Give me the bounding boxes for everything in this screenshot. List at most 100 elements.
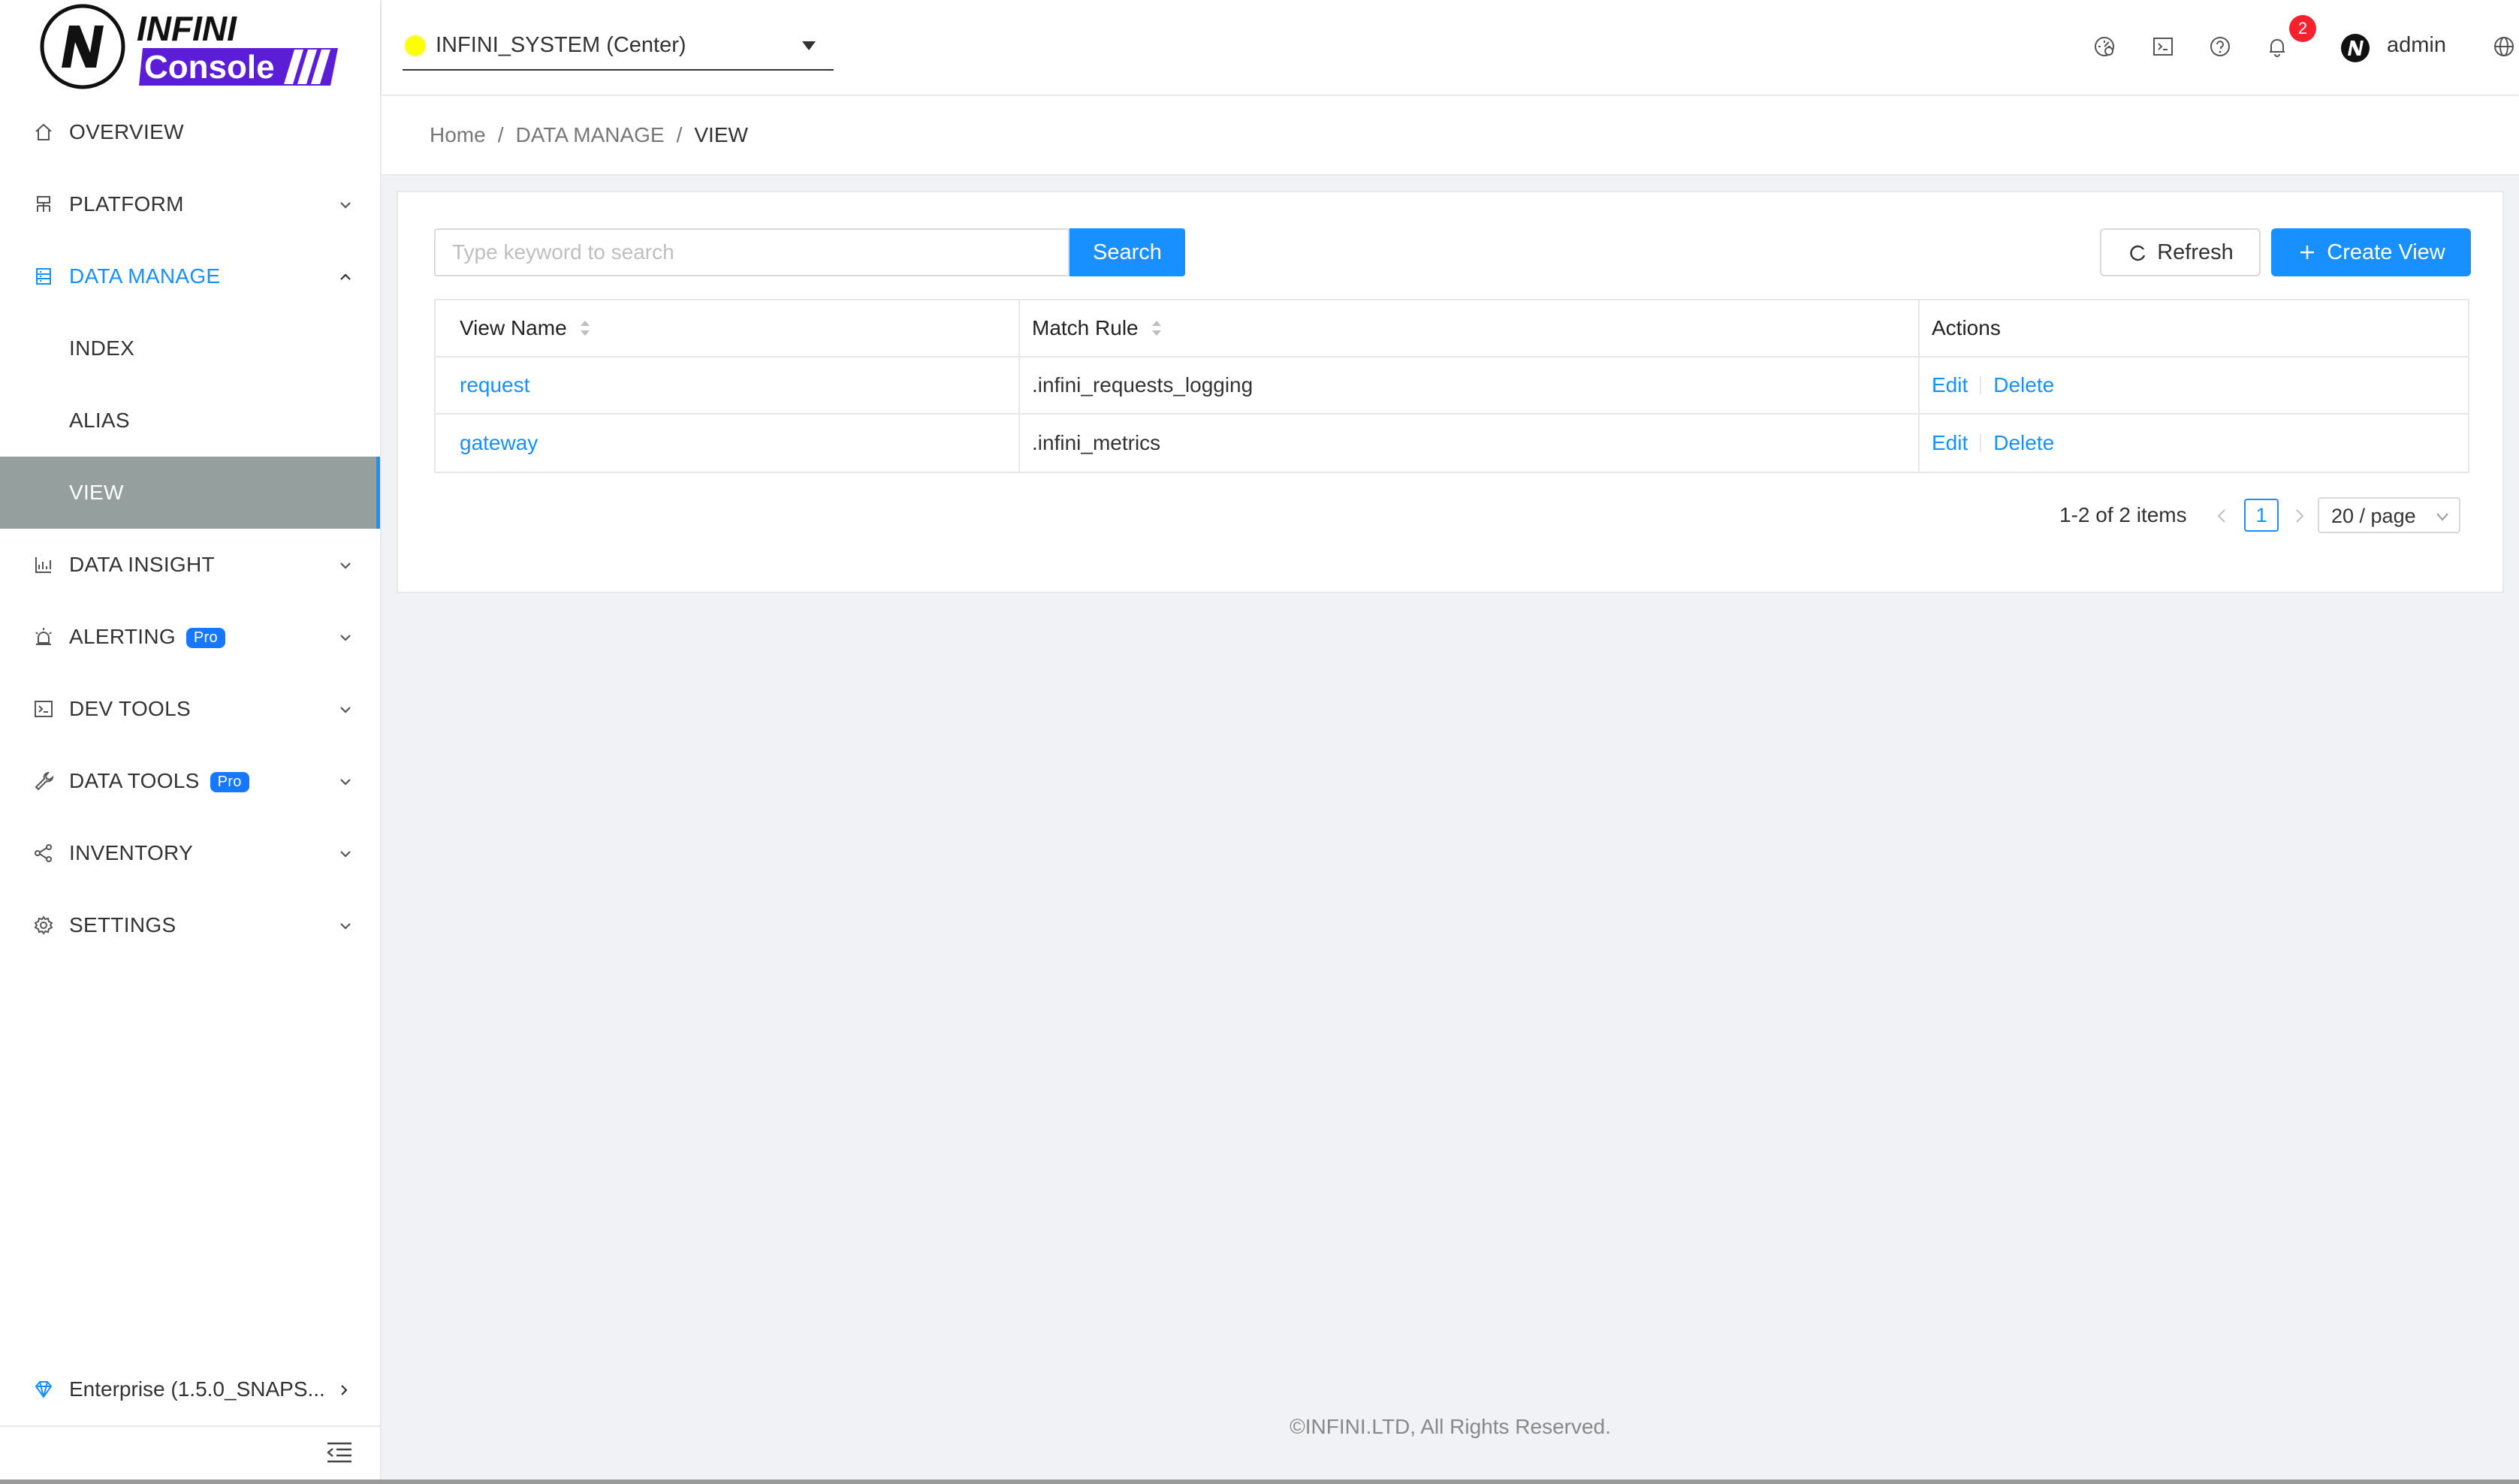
breadcrumb-separator: / xyxy=(676,123,683,146)
sidebar-item-overview[interactable]: OVERVIEW xyxy=(0,96,380,168)
views-table: View Name Match Rule Actions request .in… xyxy=(434,299,2469,473)
terminal-icon[interactable] xyxy=(2151,35,2175,59)
sidebar-item-label: ALERTING xyxy=(69,625,176,648)
sidebar-item-label: INVENTORY xyxy=(69,841,194,864)
refresh-button[interactable]: Refresh xyxy=(2100,228,2261,276)
breadcrumb-section[interactable]: DATA MANAGE xyxy=(515,123,664,146)
breadcrumb: Home / DATA MANAGE / VIEW xyxy=(430,123,748,147)
sidebar-item-label: ALIAS xyxy=(69,409,130,432)
bell-icon[interactable] xyxy=(2265,35,2289,59)
page-size-value: 20 / page xyxy=(2331,505,2416,527)
terminal-icon xyxy=(33,698,54,719)
sidebar-item-label: INDEX xyxy=(69,336,135,360)
create-view-label: Create View xyxy=(2327,240,2445,264)
sort-icon xyxy=(580,321,590,336)
create-view-button[interactable]: Create View xyxy=(2271,228,2471,276)
pro-badge: Pro xyxy=(210,772,249,793)
edit-link[interactable]: Edit xyxy=(1932,431,1968,455)
pagination: 1-2 of 2 items 1 20 / page xyxy=(398,496,2471,533)
delete-link[interactable]: Delete xyxy=(1993,431,2054,455)
infini-console-logo[interactable]: INFINI Console xyxy=(38,3,338,92)
window-bottom-border xyxy=(0,1479,2519,1484)
column-header-match-rule[interactable]: Match Rule xyxy=(1020,300,1920,356)
pagination-total: 1-2 of 2 items xyxy=(2059,503,2187,526)
search-button[interactable]: Search xyxy=(1069,228,1185,276)
sidebar-item-label: DEV TOOLS xyxy=(69,697,191,720)
sidebar-item-alerting[interactable]: ALERTING Pro xyxy=(0,601,380,673)
page-number-current[interactable]: 1 xyxy=(2244,499,2279,532)
sidebar-item-settings[interactable]: SETTINGS xyxy=(0,889,380,961)
chevron-down-icon xyxy=(336,556,354,574)
diamond-icon xyxy=(33,1379,54,1400)
chevron-down-icon xyxy=(336,195,354,213)
edit-link[interactable]: Edit xyxy=(1932,373,1968,397)
plus-icon xyxy=(2300,246,2315,259)
chevron-down-icon xyxy=(336,628,354,646)
cluster-selector[interactable]: INFINI_SYSTEM (Center) xyxy=(403,29,834,71)
database-icon xyxy=(33,266,54,287)
pro-badge: Pro xyxy=(186,628,225,649)
sidebar-item-label: DATA MANAGE xyxy=(69,264,221,288)
match-rule: .infini_requests_logging xyxy=(1032,373,1253,397)
sidebar-item-data-insight[interactable]: DATA INSIGHT xyxy=(0,529,380,601)
sidebar-item-dev-tools[interactable]: DEV TOOLS xyxy=(0,673,380,745)
table-row: gateway .infini_metrics Edit Delete xyxy=(436,415,2468,472)
search-input[interactable] xyxy=(434,228,1069,276)
view-name-link[interactable]: gateway xyxy=(460,431,538,455)
share-icon xyxy=(33,843,54,864)
column-header-label: Match Rule xyxy=(1032,316,1139,339)
chevron-down-icon xyxy=(336,772,354,790)
match-rule: .infini_metrics xyxy=(1032,431,1161,454)
sidebar-item-data-tools[interactable]: DATA TOOLS Pro xyxy=(0,745,380,817)
view-list-card: Search Refresh Create View View Name Mat… xyxy=(397,191,2504,593)
help-icon[interactable] xyxy=(2208,35,2232,59)
dashboard-icon[interactable] xyxy=(2092,35,2116,59)
chevron-down-icon xyxy=(2436,513,2448,521)
chevron-right-icon[interactable] xyxy=(2294,508,2306,524)
sidebar-item-data-manage[interactable]: DATA MANAGE xyxy=(0,240,380,312)
sidebar-item-label: SETTINGS xyxy=(69,913,176,937)
sidebar-item-label: DATA INSIGHT xyxy=(69,553,215,576)
delete-link[interactable]: Delete xyxy=(1993,373,2054,397)
sidebar-item-alias[interactable]: ALIAS xyxy=(0,385,380,457)
sidebar: INFINI Console OVERVIEW PLATFORM DATA MA… xyxy=(0,0,382,1484)
reload-icon xyxy=(2130,245,2146,261)
logo-text-bottom: Console xyxy=(144,49,275,86)
platform-icon xyxy=(33,194,54,215)
avatar[interactable] xyxy=(2340,33,2370,63)
sort-icon xyxy=(1151,321,1161,336)
sidebar-nav: OVERVIEW PLATFORM DATA MANAGE INDEX ALIA… xyxy=(0,96,380,961)
sidebar-item-inventory[interactable]: INVENTORY xyxy=(0,817,380,889)
table-row: request .infini_requests_logging Edit De… xyxy=(436,357,2468,415)
sidebar-item-view[interactable]: VIEW xyxy=(0,457,380,529)
sidebar-item-index[interactable]: INDEX xyxy=(0,312,380,385)
action-divider xyxy=(1980,434,1982,452)
view-name-link[interactable]: request xyxy=(460,373,529,397)
cluster-name: INFINI_SYSTEM (Center) xyxy=(436,33,686,57)
chart-icon xyxy=(33,554,54,575)
notification-badge: 2 xyxy=(2289,15,2316,42)
user-name[interactable]: admin xyxy=(2387,33,2446,58)
collapse-sidebar-icon[interactable] xyxy=(324,1437,354,1467)
sidebar-item-label: DATA TOOLS xyxy=(69,769,200,792)
license-info[interactable]: Enterprise (1.5.0_SNAPS... xyxy=(0,1353,380,1427)
chevron-down-icon xyxy=(336,916,354,934)
globe-icon[interactable] xyxy=(2492,35,2516,59)
chevron-up-icon xyxy=(336,267,354,285)
logo-text-top: INFINI xyxy=(137,9,237,48)
top-header: INFINI_SYSTEM (Center) 2 admin xyxy=(382,0,2519,95)
gear-icon xyxy=(33,915,54,936)
column-header-view-name[interactable]: View Name xyxy=(436,300,1020,356)
page-size-select[interactable]: 20 / page xyxy=(2318,497,2460,533)
alarm-icon xyxy=(33,626,54,647)
breadcrumb-separator: / xyxy=(497,123,504,146)
sidebar-item-label: OVERVIEW xyxy=(69,120,184,143)
caret-down-icon xyxy=(801,39,817,53)
sidebar-item-platform[interactable]: PLATFORM xyxy=(0,168,380,240)
chevron-down-icon xyxy=(336,700,354,718)
action-divider xyxy=(1980,376,1982,394)
chevron-right-icon xyxy=(335,1380,353,1398)
chevron-left-icon[interactable] xyxy=(2216,508,2228,524)
column-header-label: Actions xyxy=(1932,316,2001,339)
breadcrumb-home[interactable]: Home xyxy=(430,123,486,146)
